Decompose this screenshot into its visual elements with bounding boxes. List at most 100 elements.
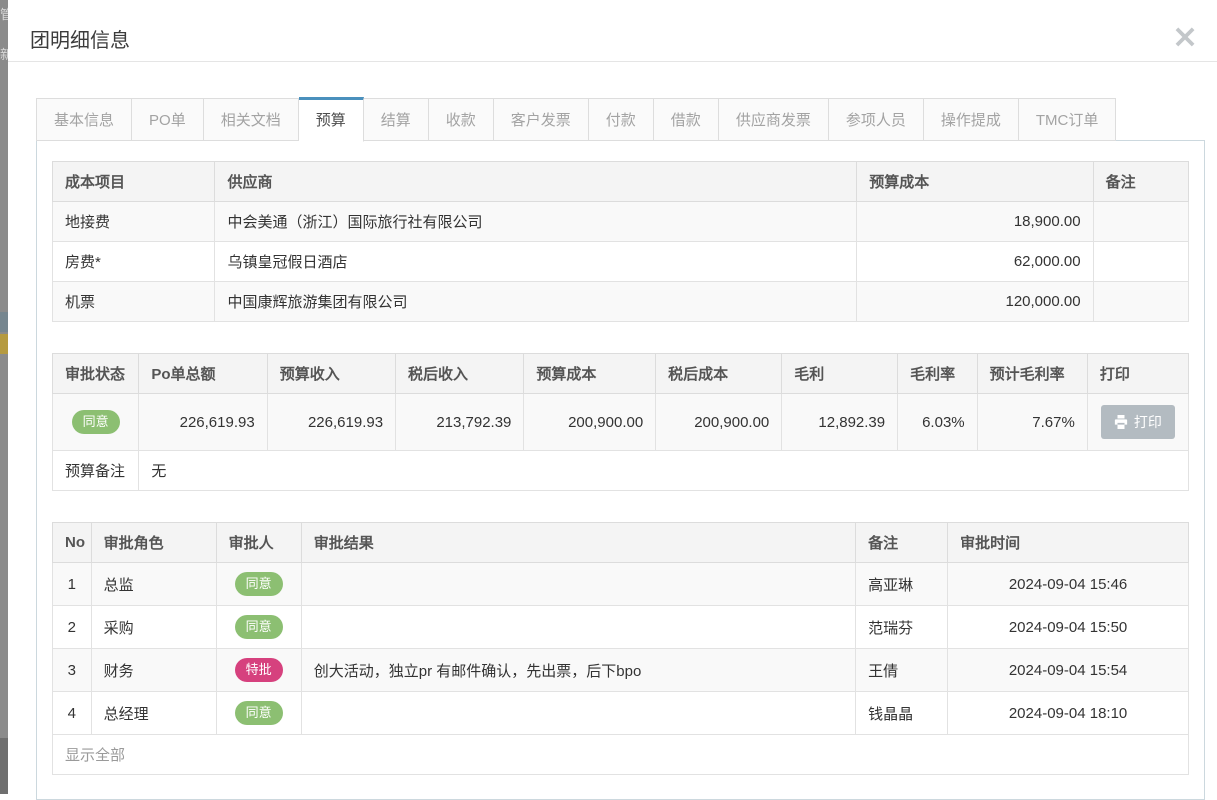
approver-name: 钱晶晶 [856, 692, 948, 735]
budget-tab-panel: 成本项目 供应商 预算成本 备注 地接费 中会美通（浙江）国际旅行社有限公司 1… [36, 140, 1205, 800]
modal-title: 团明细信息 [30, 24, 130, 53]
col-gross-margin: 毛利率 [898, 354, 978, 394]
col-after-tax-income: 税后收入 [396, 354, 524, 394]
table-row: 同意 226,619.93 226,619.93 213,792.39 200,… [53, 394, 1189, 451]
col-supplier: 供应商 [215, 162, 857, 202]
approval-time: 2024-09-04 18:10 [948, 692, 1189, 735]
budget-cost: 120,000.00 [857, 282, 1093, 322]
col-approval-time: 审批时间 [948, 523, 1189, 563]
tab-settlement[interactable]: 结算 [364, 98, 429, 141]
cost-item: 机票 [53, 282, 215, 322]
print-button[interactable]: 打印 [1101, 405, 1175, 439]
tab-supplier-invoice[interactable]: 供应商发票 [719, 98, 829, 141]
tab-basic-info[interactable]: 基本信息 [36, 98, 132, 141]
backdrop-text-fragment: 新 [0, 44, 8, 63]
budget-remark-row: 预算备注 无 [53, 451, 1189, 491]
after-tax-income: 213,792.39 [396, 394, 524, 451]
table-row: 地接费 中会美通（浙江）国际旅行社有限公司 18,900.00 [53, 202, 1189, 242]
supplier: 乌镇皇冠假日酒店 [215, 242, 857, 282]
tab-payment[interactable]: 付款 [589, 98, 654, 141]
row-no: 3 [53, 649, 92, 692]
po-total: 226,619.93 [139, 394, 267, 451]
approver-role: 总经理 [91, 692, 216, 735]
tab-bar: 基本信息 PO单 相关文档 预算 结算 收款 客户发票 付款 借款 供应商发票 … [36, 97, 1205, 141]
table-row: 2 采购 同意 范瑞芬 2024-09-04 15:50 [53, 606, 1189, 649]
budget-cost: 18,900.00 [857, 202, 1093, 242]
modal-header: 团明细信息 × [8, 0, 1217, 62]
budget-income: 226,619.93 [267, 394, 395, 451]
col-po-total: Po单总额 [139, 354, 267, 394]
table-row: 1 总监 同意 高亚琳 2024-09-04 15:46 [53, 563, 1189, 606]
close-icon[interactable]: × [1167, 18, 1203, 54]
approval-badge: 特批 [235, 658, 283, 682]
cost-item: 房费* [53, 242, 215, 282]
approver-name: 高亚琳 [856, 563, 948, 606]
budget-remark-value: 无 [139, 451, 1189, 491]
col-approval-result: 审批结果 [301, 523, 855, 563]
budget-summary-table: 审批状态 Po单总额 预算收入 税后收入 预算成本 税后成本 毛利 毛利率 预计… [52, 353, 1189, 491]
supplier: 中国康辉旅游集团有限公司 [215, 282, 857, 322]
tab-receipts[interactable]: 收款 [429, 98, 494, 141]
col-approver: 审批人 [216, 523, 301, 563]
printer-icon [1114, 415, 1128, 429]
approver-role: 财务 [91, 649, 216, 692]
note [1093, 242, 1188, 282]
row-no: 1 [53, 563, 92, 606]
print-button-label: 打印 [1134, 412, 1162, 432]
est-gross-margin: 7.67% [977, 394, 1087, 451]
supplier: 中会美通（浙江）国际旅行社有限公司 [215, 202, 857, 242]
approval-badge: 同意 [235, 572, 283, 596]
approver-name: 范瑞芬 [856, 606, 948, 649]
col-approver-role: 审批角色 [91, 523, 216, 563]
approval-time: 2024-09-04 15:46 [948, 563, 1189, 606]
table-row: 4 总经理 同意 钱晶晶 2024-09-04 18:10 [53, 692, 1189, 735]
note [1093, 202, 1188, 242]
after-tax-cost: 200,900.00 [656, 394, 782, 451]
approver-name: 王倩 [856, 649, 948, 692]
backdrop-text-fragment: 管 [0, 4, 8, 23]
col-print: 打印 [1087, 354, 1188, 394]
tab-loan[interactable]: 借款 [654, 98, 719, 141]
col-no: No [53, 523, 92, 563]
tab-operation-commission[interactable]: 操作提成 [924, 98, 1019, 141]
background-page-strip: 管 新 [0, 0, 8, 794]
approval-result: 创大活动，独立pr 有邮件确认，先出票，后下bpo [301, 649, 855, 692]
cost-item: 地接费 [53, 202, 215, 242]
status-badge: 同意 [72, 410, 120, 434]
approval-result [301, 692, 855, 735]
approval-time: 2024-09-04 15:50 [948, 606, 1189, 649]
tab-budget[interactable]: 预算 [299, 97, 364, 142]
budget-cost: 200,900.00 [524, 394, 656, 451]
group-detail-modal: 团明细信息 × 基本信息 PO单 相关文档 预算 结算 收款 客户发票 付款 借… [8, 0, 1217, 794]
show-all-row: 显示全部 [53, 735, 1189, 775]
tab-po[interactable]: PO单 [132, 98, 204, 141]
tab-related-docs[interactable]: 相关文档 [204, 98, 299, 141]
note [1093, 282, 1188, 322]
col-gross-profit: 毛利 [782, 354, 898, 394]
backdrop-band [0, 334, 8, 354]
col-approval-status: 审批状态 [53, 354, 139, 394]
approval-result [301, 606, 855, 649]
budget-cost: 62,000.00 [857, 242, 1093, 282]
table-row: 机票 中国康辉旅游集团有限公司 120,000.00 [53, 282, 1189, 322]
approval-badge: 同意 [235, 701, 283, 725]
show-all-link[interactable]: 显示全部 [53, 735, 1189, 775]
approval-badge: 同意 [235, 615, 283, 639]
row-no: 4 [53, 692, 92, 735]
col-budget-cost: 预算成本 [524, 354, 656, 394]
col-cost-item: 成本项目 [53, 162, 215, 202]
tab-tmc-order[interactable]: TMC订单 [1019, 98, 1117, 141]
col-est-gross-margin: 预计毛利率 [977, 354, 1087, 394]
cost-items-table: 成本项目 供应商 预算成本 备注 地接费 中会美通（浙江）国际旅行社有限公司 1… [52, 161, 1189, 322]
tab-customer-invoice[interactable]: 客户发票 [494, 98, 589, 141]
budget-remark-label: 预算备注 [53, 451, 139, 491]
table-row: 3 财务 特批 创大活动，独立pr 有邮件确认，先出票，后下bpo 王倩 202… [53, 649, 1189, 692]
approver-role: 总监 [91, 563, 216, 606]
approver-role: 采购 [91, 606, 216, 649]
col-budget-income: 预算收入 [267, 354, 395, 394]
approval-result [301, 563, 855, 606]
approval-time: 2024-09-04 15:54 [948, 649, 1189, 692]
tab-participants[interactable]: 参项人员 [829, 98, 924, 141]
backdrop-band [0, 738, 8, 794]
col-note: 备注 [1093, 162, 1188, 202]
